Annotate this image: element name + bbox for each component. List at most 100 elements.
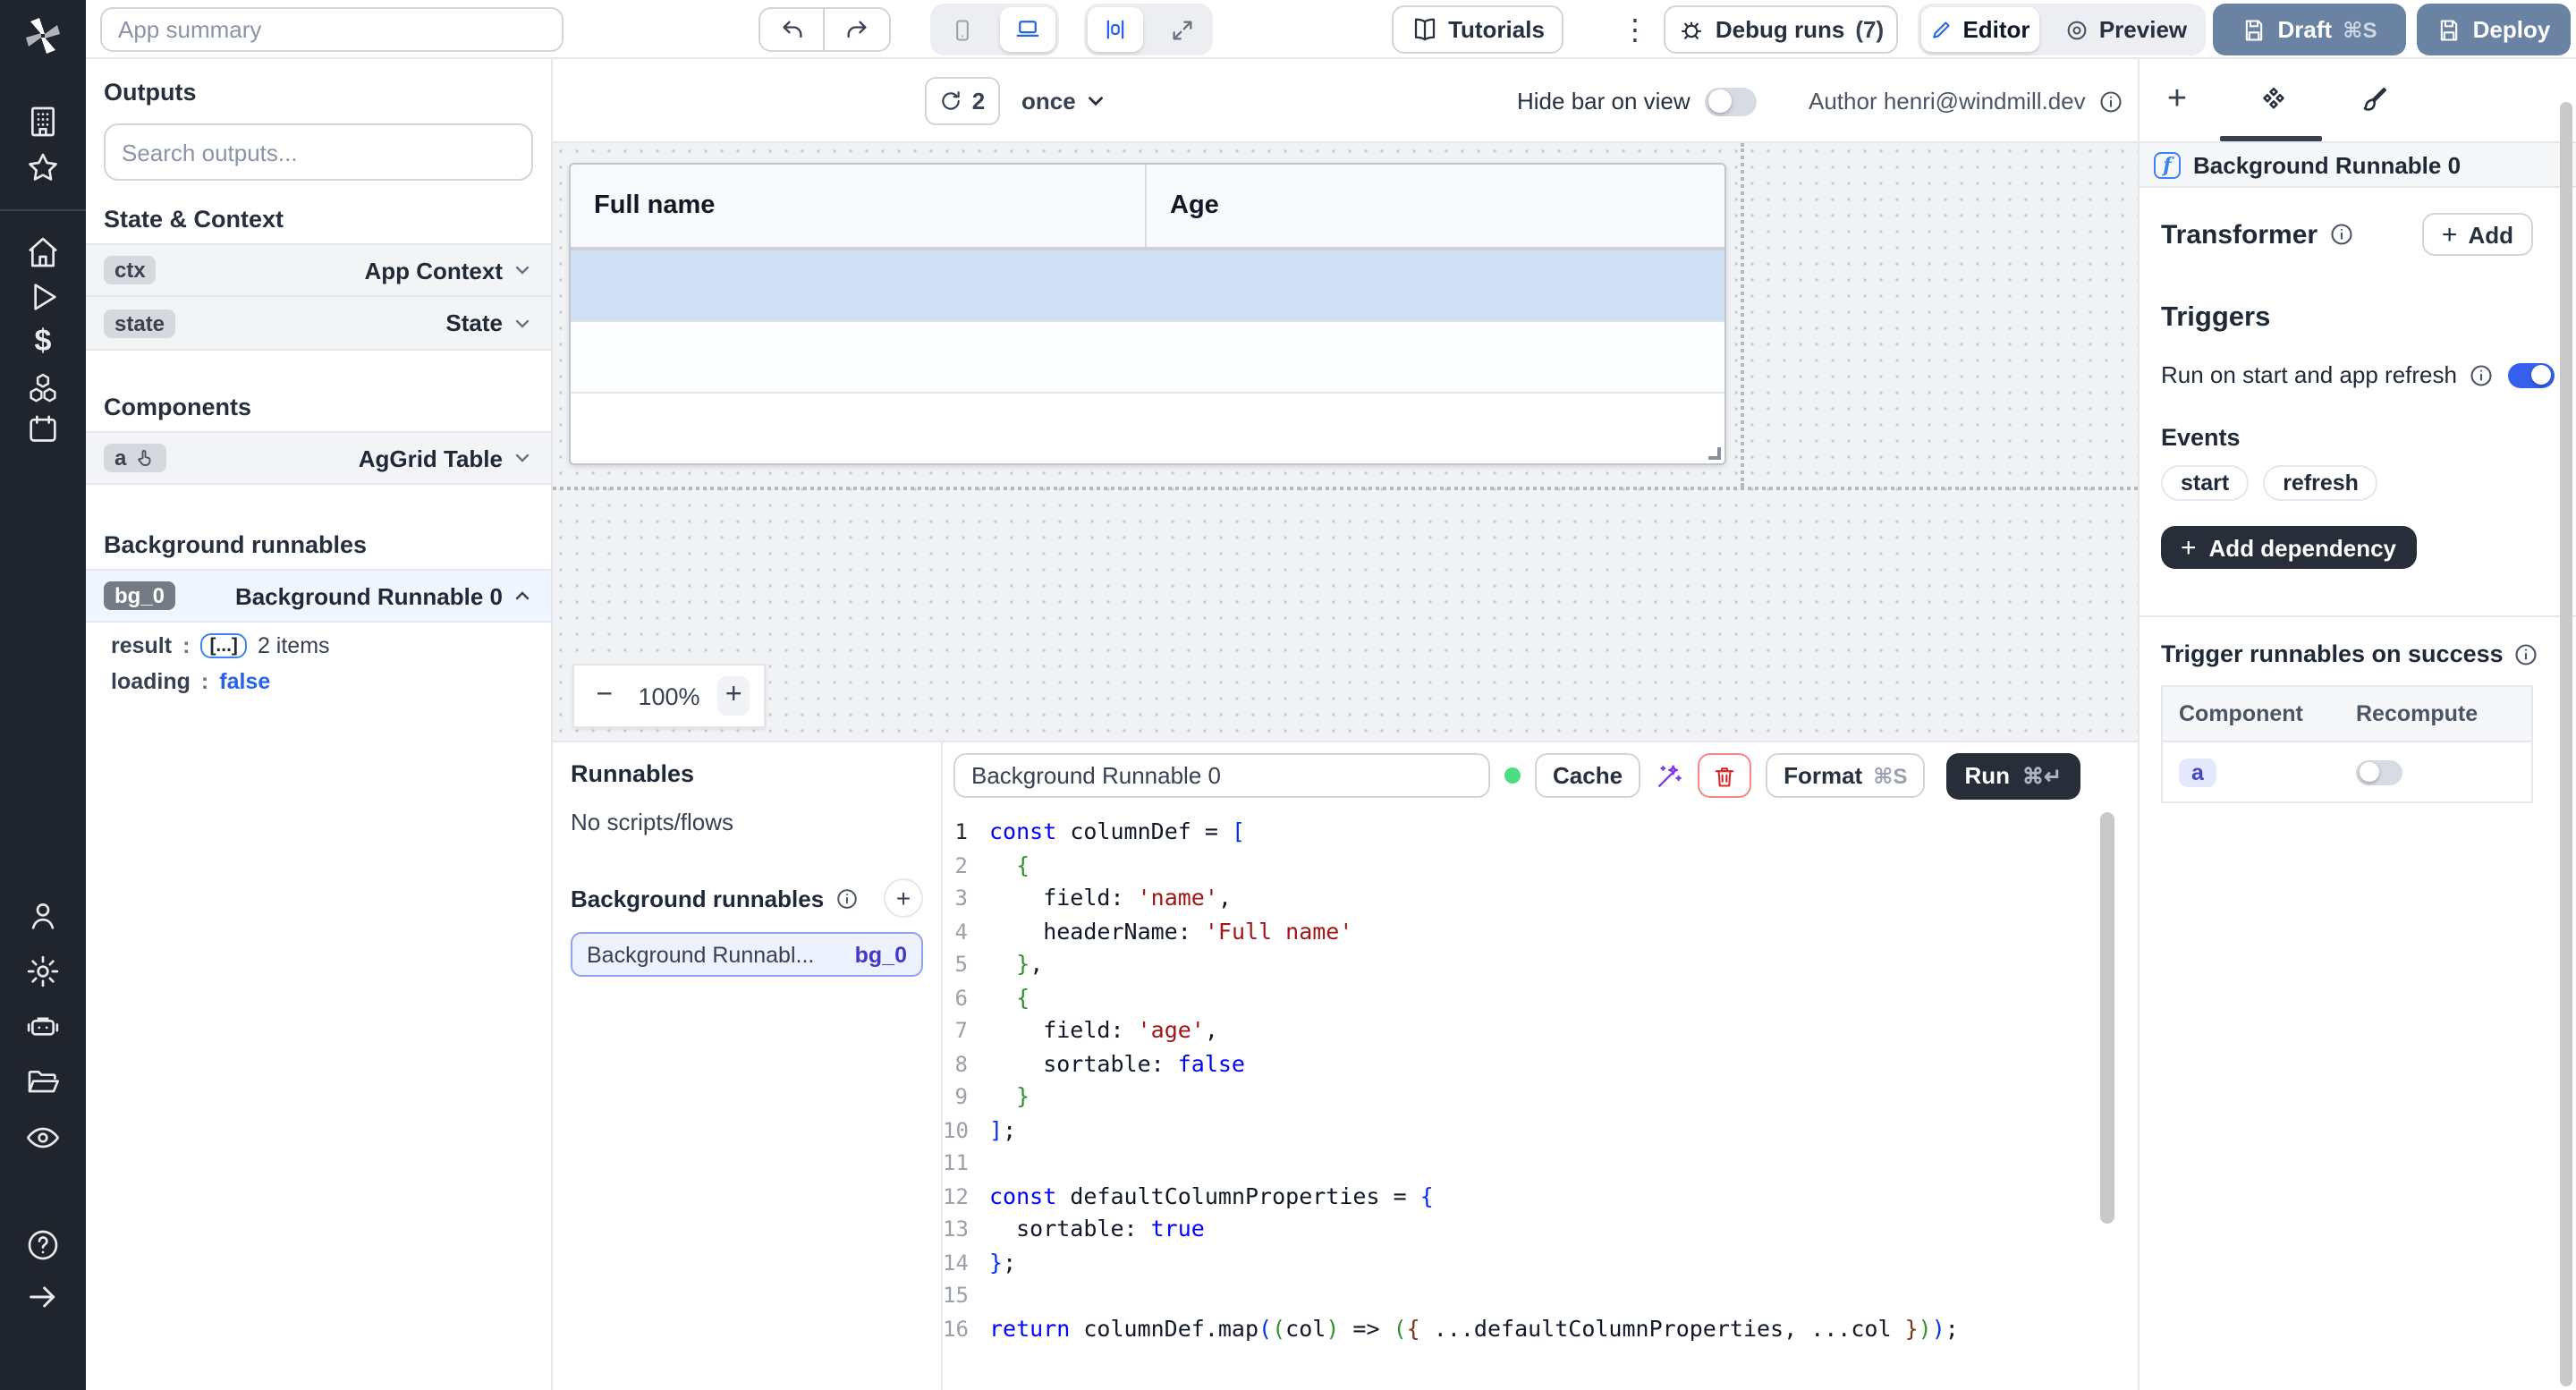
table-column-header[interactable]: Age [1147, 165, 1219, 247]
code-scrollbar[interactable] [2100, 812, 2114, 1224]
run-button[interactable]: Run ⌘↵ [1946, 752, 2080, 799]
aggrid-table-component[interactable]: Full name Age [569, 163, 1726, 465]
add-transformer-button[interactable]: + Add [2422, 213, 2533, 256]
windmill-logo[interactable] [21, 14, 64, 57]
centered-layout-button[interactable] [1088, 7, 1143, 52]
component-a-label: AgGrid Table [359, 445, 503, 471]
workers-icon[interactable] [25, 1009, 61, 1045]
runs-icon[interactable] [25, 279, 61, 315]
table-header-row: Full name Age [571, 165, 1724, 250]
folders-icon[interactable] [25, 1064, 61, 1100]
refresh-mode-dropdown[interactable]: once [1021, 77, 1108, 125]
help-icon[interactable] [25, 1227, 61, 1263]
draft-button[interactable]: Draft ⌘S [2213, 4, 2406, 55]
selected-runnable-header: f Background Runnable 0 [2140, 143, 2576, 188]
audit-logs-icon[interactable] [25, 1120, 61, 1156]
expand-rail-icon[interactable] [25, 1279, 61, 1315]
delete-runnable-button[interactable] [1698, 753, 1751, 798]
chevron-down-icon[interactable] [512, 447, 533, 469]
zoom-out-button[interactable]: − [589, 676, 620, 716]
more-menu-button[interactable]: ⋮ [1614, 11, 1657, 54]
info-icon[interactable] [2328, 222, 2353, 247]
table-column-header[interactable]: Full name [571, 165, 1147, 247]
bg-runnables-title: Background runnables [571, 885, 824, 911]
bottom-panel: Runnables No scripts/flows Background ru… [553, 742, 2138, 1390]
add-transformer-label: Add [2468, 221, 2513, 248]
info-icon[interactable] [2514, 641, 2539, 666]
code-line: 6 { [943, 981, 2138, 1014]
info-icon[interactable] [2468, 362, 2493, 387]
favorites-icon[interactable] [25, 150, 61, 186]
ai-assistant-button[interactable] [1655, 761, 1683, 790]
chevron-up-icon[interactable] [512, 585, 533, 606]
section-divider [2140, 615, 2576, 617]
table-row-selected[interactable] [571, 250, 1724, 322]
editor-tab[interactable]: Editor [1921, 7, 2039, 52]
add-dependency-button[interactable]: + Add dependency [2161, 526, 2416, 569]
insert-component-tab[interactable]: + [2159, 82, 2195, 118]
add-background-runnable-button[interactable]: + [884, 878, 923, 918]
refresh-count: 2 [972, 88, 985, 114]
state-row[interactable]: state State [86, 297, 551, 351]
debug-runs-button[interactable]: Debug runs (7) [1664, 5, 1898, 54]
app-summary-input[interactable] [100, 7, 564, 52]
variables-icon[interactable]: $ [25, 324, 61, 360]
result-expand-badge[interactable]: [...] [200, 633, 247, 658]
format-button[interactable]: Format ⌘S [1766, 753, 1925, 798]
home-icon[interactable] [25, 234, 61, 270]
loading-key: loading [111, 669, 191, 694]
settings-tab[interactable] [2256, 82, 2292, 118]
background-runnable-item[interactable]: Background Runnabl... bg_0 [571, 932, 923, 977]
table-row[interactable] [571, 322, 1724, 394]
right-panel-scrollbar[interactable] [2560, 102, 2572, 1386]
run-on-start-toggle[interactable] [2508, 362, 2555, 387]
settings-icon[interactable] [25, 954, 61, 989]
desktop-view-button[interactable] [1000, 7, 1055, 52]
code-line: 3 field: 'name', [943, 882, 2138, 915]
users-icon[interactable] [25, 898, 61, 934]
chevron-down-icon[interactable] [512, 259, 533, 281]
fullwidth-layout-button[interactable] [1154, 7, 1209, 52]
state-badge: state [104, 309, 175, 337]
runnable-item-badge: bg_0 [855, 942, 907, 967]
info-icon[interactable] [2098, 89, 2123, 114]
active-tab-underline [2220, 136, 2322, 141]
styling-tab[interactable] [2356, 82, 2392, 118]
recompute-toggle[interactable] [2356, 759, 2402, 784]
tutorials-label: Tutorials [1448, 16, 1545, 43]
runnable-item-label: Background Runnabl... [587, 942, 814, 967]
undo-button[interactable] [758, 7, 825, 52]
app-canvas[interactable]: Full name Age − 100% + [553, 143, 2138, 742]
info-icon[interactable] [835, 886, 858, 910]
code-editor[interactable]: 1const columnDef = [2 {3 field: 'name',4… [943, 809, 2138, 1390]
refresh-count-button[interactable]: 2 [925, 77, 1000, 125]
code-line: 2 { [943, 849, 2138, 882]
state-context-title: State & Context [86, 181, 551, 243]
search-outputs-input[interactable] [104, 123, 533, 181]
mobile-view-button[interactable] [934, 7, 989, 52]
component-a-badge: a [2179, 758, 2216, 786]
tutorials-button[interactable]: Tutorials [1392, 5, 1563, 54]
schedules-icon[interactable] [25, 411, 61, 447]
run-on-start-label: Run on start and app refresh [2161, 361, 2457, 388]
redo-button[interactable] [825, 7, 891, 52]
run-shortcut: ⌘↵ [2022, 763, 2062, 788]
bg0-row[interactable]: bg_0 Background Runnable 0 [86, 569, 551, 623]
nav-rail: $ [0, 0, 86, 1390]
hide-bar-toggle[interactable] [1705, 87, 1757, 115]
deploy-button[interactable]: Deploy [2417, 4, 2571, 55]
preview-tab[interactable]: Preview [2050, 7, 2202, 52]
workspace-icon[interactable] [25, 104, 61, 140]
resources-icon[interactable] [25, 370, 61, 406]
zoom-in-button[interactable]: + [718, 676, 750, 716]
ctx-row[interactable]: ctx App Context [86, 243, 551, 297]
pen-icon [1930, 18, 1953, 41]
component-a-row[interactable]: a AgGrid Table [86, 431, 551, 485]
cache-button[interactable]: Cache [1535, 753, 1640, 798]
code-line: 5 }, [943, 948, 2138, 981]
resize-handle[interactable] [1708, 447, 1721, 460]
chevron-down-icon[interactable] [512, 312, 533, 334]
result-key: result [111, 633, 172, 658]
runnable-name-input[interactable] [953, 753, 1490, 798]
code-line: 11 [943, 1147, 2138, 1180]
